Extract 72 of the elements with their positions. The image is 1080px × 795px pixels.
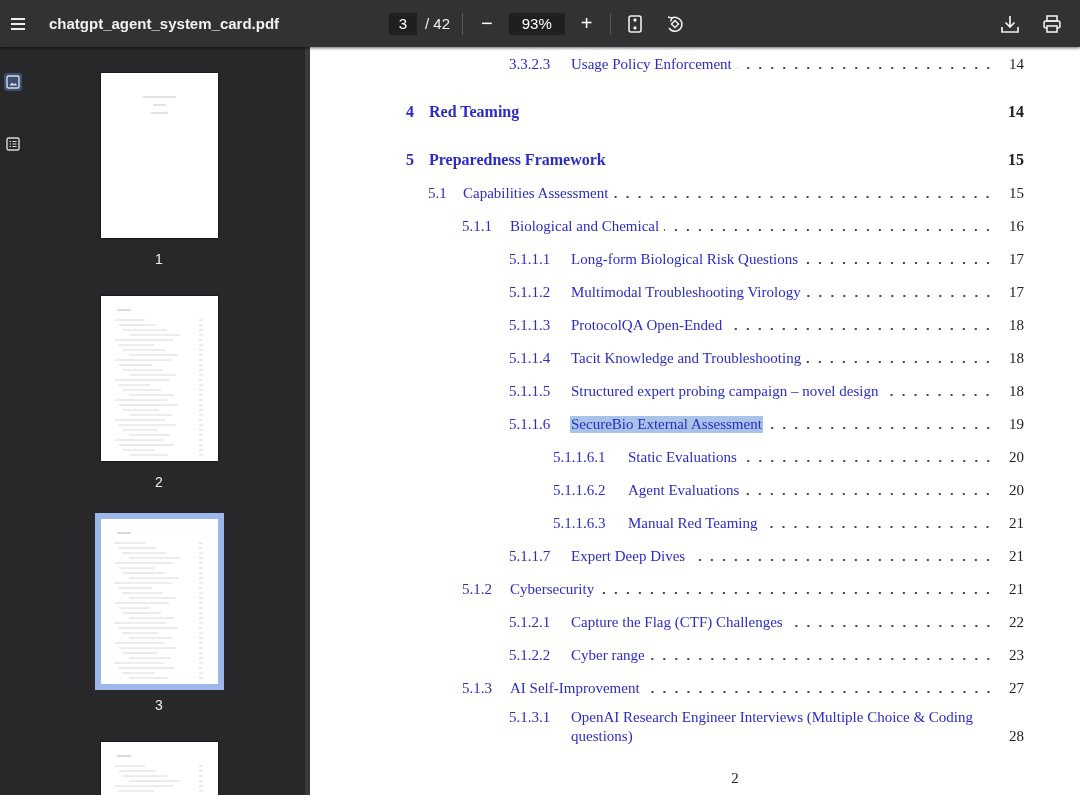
page-count: / 42 bbox=[425, 15, 451, 32]
section-number: 5.1.1.5 bbox=[509, 383, 552, 400]
file-name: chatgpt_agent_system_card.pdf bbox=[49, 15, 281, 32]
thumbnails-icon[interactable] bbox=[4, 73, 22, 91]
page-number: 20 bbox=[1008, 482, 1024, 499]
section-number: 5.1.2 bbox=[462, 581, 493, 598]
page-number: 27 bbox=[1008, 680, 1024, 697]
page-number: 16 bbox=[1008, 218, 1024, 235]
section-number: 5.1.1.1 bbox=[509, 251, 552, 268]
toc-link[interactable]: Biological and Chemical bbox=[509, 218, 661, 235]
page-number: 15 bbox=[1008, 185, 1024, 202]
toc-link[interactable]: Static Evaluations bbox=[627, 449, 738, 466]
zoom-field[interactable]: 93% bbox=[508, 12, 565, 35]
section-number: 5.1.2.2 bbox=[509, 647, 552, 664]
toc-link[interactable]: SecureBio External Assessment bbox=[570, 416, 763, 433]
page-number: 21 bbox=[1008, 515, 1024, 532]
page-number: 18 bbox=[1008, 383, 1024, 400]
section-number: 5.1.1.6.2 bbox=[553, 482, 607, 499]
section-number: 5.1.1.6.1 bbox=[553, 449, 607, 466]
toc-link[interactable]: Red Teaming bbox=[428, 103, 521, 121]
toc-link[interactable]: Cyber range bbox=[570, 647, 646, 664]
section-number: 3.3.2.3 bbox=[509, 56, 552, 73]
page-number: 18 bbox=[1008, 317, 1024, 334]
page-number-field[interactable]: 3 bbox=[389, 12, 417, 35]
toc-link[interactable]: Preparedness Framework bbox=[428, 151, 607, 169]
page-number: 14 bbox=[1007, 103, 1024, 121]
section-number: 5.1.2.1 bbox=[509, 614, 552, 631]
page-number: 15 bbox=[1007, 151, 1024, 169]
page-number: 17 bbox=[1008, 251, 1024, 268]
section-number: 5.1.1.2 bbox=[509, 284, 552, 301]
page-number: 21 bbox=[1008, 548, 1024, 565]
section-number: 5.1.1.3 bbox=[509, 317, 552, 334]
page-number: 21 bbox=[1008, 581, 1024, 598]
toc-link[interactable]: AI Self-Improvement bbox=[509, 680, 641, 697]
section-number: 5.1.1 bbox=[462, 218, 493, 235]
section-number: 5 bbox=[406, 151, 415, 169]
thumbnail-label: 2 bbox=[155, 474, 163, 491]
toc-link[interactable]: Manual Red Teaming bbox=[627, 515, 759, 532]
zoom-in-button[interactable]: + bbox=[574, 12, 599, 35]
outline-icon[interactable] bbox=[4, 135, 22, 153]
toc-link[interactable]: Tacit Knowledge and Troubleshooting bbox=[570, 350, 803, 367]
section-number: 5.1 bbox=[428, 185, 448, 202]
page-number: 17 bbox=[1008, 284, 1024, 301]
section-number: 5.1.3 bbox=[462, 680, 493, 697]
section-number: 5.1.1.4 bbox=[509, 350, 552, 367]
page-footer-number: 2 bbox=[731, 770, 739, 787]
section-number: 5.1.3.1 bbox=[509, 708, 552, 727]
toc-link[interactable]: ProtocolQA Open-Ended bbox=[570, 317, 724, 334]
toc-link[interactable]: Structured expert probing campaign – novel design bbox=[570, 383, 880, 400]
zoom-out-button[interactable]: − bbox=[475, 12, 499, 35]
toc-link[interactable]: Agent Evaluations bbox=[627, 482, 741, 499]
toc-link[interactable]: Expert Deep Dives bbox=[570, 548, 687, 565]
page-number: 28 bbox=[1008, 727, 1024, 746]
toc-link[interactable]: OpenAI Research Engineer Interviews (Multiple Choice & Coding questions) bbox=[570, 708, 990, 746]
page-number: 20 bbox=[1008, 449, 1024, 466]
page-number: 18 bbox=[1008, 350, 1024, 367]
section-number: 5.1.1.6.3 bbox=[553, 515, 607, 532]
section-number: 4 bbox=[406, 103, 415, 121]
toc-link[interactable]: Long-form Biological Risk Questions bbox=[570, 251, 800, 268]
section-number: 5.1.1.7 bbox=[509, 548, 552, 565]
page-number: 14 bbox=[1008, 56, 1024, 73]
page-number: 22 bbox=[1008, 614, 1024, 631]
thumbnail-label: 3 bbox=[155, 697, 163, 714]
section-number: 5.1.1.6 bbox=[509, 416, 552, 433]
toc-link[interactable]: Cybersecurity bbox=[509, 581, 596, 598]
toc-link[interactable]: Multimodal Troubleshooting Virology bbox=[570, 284, 802, 301]
toc-link[interactable]: Capabilities Assessment bbox=[462, 185, 610, 202]
thumbnail-label: 1 bbox=[155, 251, 163, 268]
page-number: 23 bbox=[1008, 647, 1024, 664]
toc-link[interactable]: Capture the Flag (CTF) Challenges bbox=[570, 614, 784, 631]
page-number: 19 bbox=[1008, 416, 1024, 433]
toc-link[interactable]: Usage Policy Enforcement bbox=[570, 56, 733, 73]
